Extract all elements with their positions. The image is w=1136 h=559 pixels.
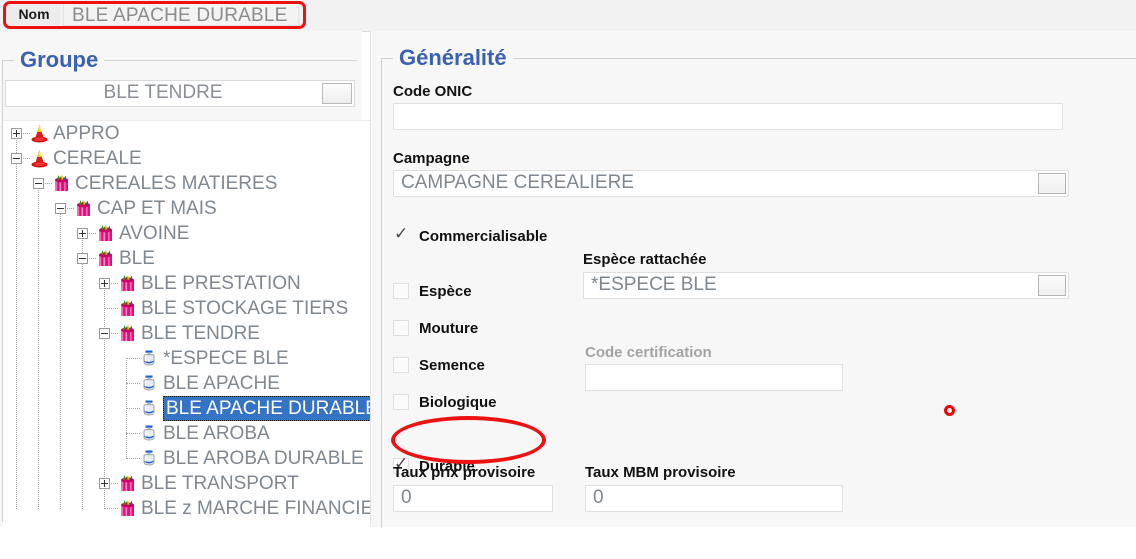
bucket-icon	[74, 199, 93, 218]
tree-connector-stub	[104, 508, 118, 510]
bucket-icon	[118, 299, 137, 318]
tree-item-label: CEREALES MATIERES	[75, 171, 277, 196]
bucket-icon	[118, 274, 137, 293]
tree-item-label: CEREALE	[53, 146, 142, 171]
campagne-value: CAMPAGNE CEREALIERE	[401, 172, 634, 194]
tree-connector-line	[16, 133, 18, 509]
checkbox-box[interactable]	[393, 320, 409, 336]
tree-item-label: AVOINE	[119, 221, 189, 246]
nom-value: BLE APACHE DURABLE	[72, 5, 288, 27]
bucket-icon	[96, 249, 115, 268]
espece-rattachee-browse-button[interactable]	[1038, 275, 1066, 296]
tree-connector-stub	[126, 358, 140, 360]
jar-icon	[140, 374, 158, 393]
bucket-icon	[96, 224, 115, 243]
tree-collapse-icon[interactable]	[77, 253, 88, 264]
checkbox-label: Commercialisable	[419, 226, 547, 247]
tree-connector-stub	[126, 433, 140, 435]
checkmark-icon: ✓	[394, 223, 408, 244]
code-onic-label: Code ONIC	[393, 83, 472, 100]
tree-item-label: BLE TRANSPORT	[141, 471, 299, 496]
tree-collapse-icon[interactable]	[33, 178, 44, 189]
generalite-panel-title: Généralité	[393, 45, 513, 71]
tree-item-label: BLE TENDRE	[141, 321, 260, 346]
groupe-panel-title: Groupe	[14, 47, 104, 73]
bucket-icon	[52, 174, 71, 193]
tree-collapse-icon[interactable]	[11, 153, 22, 164]
tree-collapse-icon[interactable]	[99, 328, 110, 339]
tree-connector-stub	[126, 458, 140, 460]
groupe-panel: Groupe BLE TENDRE APPROCEREALECEREALES M…	[0, 31, 362, 527]
tree-connector-line	[38, 183, 40, 509]
tree-item-label: BLE PRESTATION	[141, 271, 301, 296]
tree-expand-icon[interactable]	[99, 478, 110, 489]
groupe-browse-button[interactable]	[322, 83, 352, 104]
cone-icon	[30, 124, 49, 143]
code-certification-label: Code certification	[585, 344, 712, 361]
jar-icon	[140, 449, 158, 468]
tree-item-label: BLE	[119, 246, 155, 271]
bucket-icon	[118, 499, 137, 518]
checkbox-label: Biologique	[419, 392, 497, 413]
tree-connector-line	[104, 283, 106, 509]
nom-input[interactable]: BLE APACHE DURABLE	[63, 3, 299, 26]
campagne-label: Campagne	[393, 150, 470, 167]
jar-icon	[140, 399, 158, 418]
taux-mbm-provisoire-input[interactable]: 0	[585, 485, 843, 512]
tree-connector-stub	[126, 383, 140, 385]
taux-prix-provisoire-value: 0	[401, 487, 412, 509]
checkbox-label: Semence	[419, 355, 485, 376]
tree-expand-icon[interactable]	[77, 228, 88, 239]
checkbox-label: Espèce	[419, 281, 472, 302]
bucket-icon	[118, 474, 137, 493]
tree-item-label: APPRO	[53, 121, 120, 146]
tree-item-label: BLE AROBA	[163, 421, 270, 446]
checkbox-box[interactable]	[393, 394, 409, 410]
espece-rattachee-value: *ESPECE BLE	[591, 274, 717, 296]
taux-prix-provisoire-label: Taux prix provisoire	[393, 464, 535, 481]
bucket-icon	[118, 324, 137, 343]
tree-item-label: BLE APACHE DURABLE	[163, 396, 371, 421]
tree-item-label: *ESPECE BLE	[163, 346, 289, 371]
tree-connector-stub	[126, 408, 140, 410]
tree-connector-line	[82, 233, 84, 509]
tree-item-label: CAP ET MAIS	[97, 196, 217, 221]
code-certification-input[interactable]	[585, 364, 843, 391]
code-onic-input[interactable]	[393, 103, 1063, 130]
tree-connector-stub	[104, 308, 118, 310]
taux-mbm-provisoire-label: Taux MBM provisoire	[585, 464, 736, 481]
tree-expand-icon[interactable]	[99, 278, 110, 289]
checkbox-label: Mouture	[419, 318, 478, 339]
espece-rattachee-label: Espèce rattachée	[583, 251, 706, 268]
tree-item-label: BLE AROBA DURABLE	[163, 446, 364, 471]
groupe-combo-field[interactable]: BLE TENDRE	[5, 80, 355, 107]
jar-icon	[140, 349, 158, 368]
campagne-browse-button[interactable]	[1038, 173, 1066, 194]
tree-connector-line	[60, 208, 62, 509]
groupe-combo-value: BLE TENDRE	[6, 82, 320, 104]
tree-item-label: BLE STOCKAGE TIERS	[141, 296, 348, 321]
espece-rattachee-input[interactable]: *ESPECE BLE	[583, 272, 1069, 299]
checkbox-box[interactable]	[393, 357, 409, 373]
campagne-input[interactable]: CAMPAGNE CEREALIERE	[393, 170, 1069, 197]
jar-icon	[140, 424, 158, 443]
nom-label: Nom	[8, 4, 60, 25]
tree-expand-icon[interactable]	[11, 128, 22, 139]
taux-mbm-provisoire-value: 0	[593, 487, 604, 509]
tree-item-label: BLE APACHE	[163, 371, 280, 396]
groupe-tree[interactable]: APPROCEREALECEREALES MATIERESCAP ET MAIS…	[3, 120, 371, 559]
tree-item-label: BLE z MARCHE FINANCIER	[141, 496, 371, 521]
taux-prix-provisoire-input[interactable]: 0	[393, 485, 553, 512]
top-name-bar: Nom BLE APACHE DURABLE	[0, 0, 1136, 32]
checkbox-box[interactable]	[393, 283, 409, 299]
cone-icon	[30, 149, 49, 168]
generalite-panel: Généralité Code ONIC Campagne CAMPAGNE C…	[370, 31, 1136, 527]
tree-collapse-icon[interactable]	[55, 203, 66, 214]
